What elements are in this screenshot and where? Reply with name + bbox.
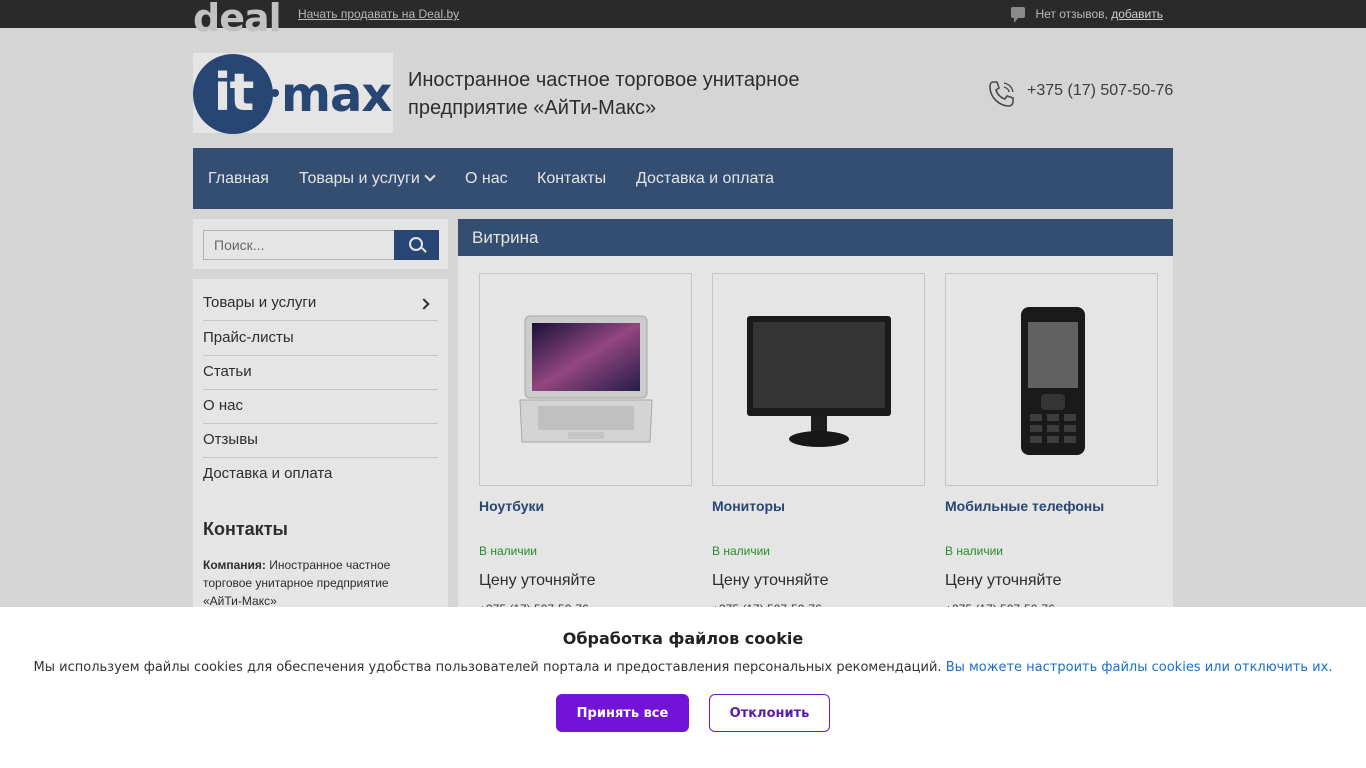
decline-button[interactable]: Отклонить xyxy=(709,694,830,732)
cookie-title: Обработка файлов cookie xyxy=(562,629,804,648)
cookie-banner: Обработка файлов cookie Мы используем фа… xyxy=(0,607,1366,768)
cookie-settings-link[interactable]: Вы можете настроить файлы cookies или от… xyxy=(946,660,1333,675)
page-overlay xyxy=(0,0,1366,607)
cookie-text: Мы используем файлы cookies для обеспече… xyxy=(33,660,946,675)
cookie-description: Мы используем файлы cookies для обеспече… xyxy=(0,660,1366,675)
accept-all-button[interactable]: Принять все xyxy=(556,694,689,732)
